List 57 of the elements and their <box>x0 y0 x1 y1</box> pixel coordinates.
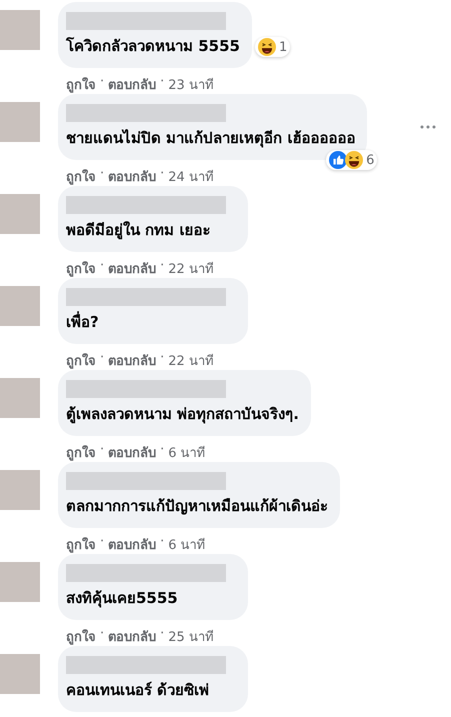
separator-dot: · <box>100 350 104 367</box>
avatar-placeholder[interactable] <box>0 102 40 142</box>
avatar-placeholder[interactable] <box>0 470 40 510</box>
timestamp[interactable]: 6 นาที <box>168 534 206 555</box>
comment-action-link[interactable]: ตอบกลับ <box>108 626 156 647</box>
comment-action-link[interactable]: ถูกใจ <box>66 166 96 187</box>
separator-dot: · <box>160 350 164 367</box>
reaction-badge[interactable]: 6 <box>326 150 378 170</box>
comment-text: คอนเทนเนอร์ ด้วยซิเพ่ <box>66 680 210 701</box>
comment-text: เพื่อ? <box>66 310 100 333</box>
separator-dot: · <box>160 166 164 183</box>
comment-action-link[interactable]: ถูกใจ <box>66 258 96 279</box>
comment-action-link[interactable]: ตอบกลับ <box>108 534 156 555</box>
avatar-placeholder[interactable] <box>0 654 40 694</box>
separator-dot: · <box>160 626 164 643</box>
comment-action-link[interactable]: ตอบกลับ <box>108 74 156 95</box>
separator-dot: · <box>160 534 164 551</box>
timestamp[interactable]: 22 นาที <box>168 350 214 371</box>
timestamp[interactable]: 6 นาที <box>168 442 206 463</box>
laughing-face-icon <box>345 151 364 169</box>
avatar-placeholder[interactable] <box>0 194 40 234</box>
separator-dot: · <box>160 74 164 91</box>
separator-dot: · <box>100 626 104 643</box>
comment-text: โควิดกลัวลวดหนาม 5555 <box>66 36 240 57</box>
separator-dot: · <box>100 258 104 275</box>
thumbs-up-icon <box>329 151 348 169</box>
comment-action-link[interactable]: ตอบกลับ <box>108 350 156 371</box>
separator-dot: · <box>160 258 164 275</box>
reaction-badge[interactable]: 1 <box>254 37 290 57</box>
comment-action-link[interactable]: ตอบกลับ <box>108 166 156 187</box>
laughing-face-icon <box>258 38 276 56</box>
comment-text: ตลกมากการแก้ปัญหาเหมือนแก้ผ้าเดินอ่ะ <box>66 496 328 517</box>
comment-text: ชายแดนไม่ปิด มาแก้ปลายเหตุอีก เฮ้ออออออ <box>66 128 356 150</box>
comment-action-link[interactable]: ถูกใจ <box>66 534 96 555</box>
avatar-placeholder[interactable] <box>0 10 40 50</box>
comment-action-link[interactable]: ถูกใจ <box>66 626 96 647</box>
comment-text: พอดีมีอยู่ใน กทม เยอะ <box>66 220 212 242</box>
avatar-placeholder[interactable] <box>0 286 40 326</box>
timestamp[interactable]: 22 นาที <box>168 258 214 279</box>
comment-text: ตู้เพลงลวดหนาม พ่อทุกสถาบันจริงๆ. <box>66 404 299 426</box>
timestamp[interactable]: 24 นาที <box>168 166 214 187</box>
separator-dot: · <box>100 166 104 183</box>
comment-action-link[interactable]: ถูกใจ <box>66 350 96 371</box>
separator-dot: · <box>100 74 104 91</box>
more-options-icon[interactable] <box>420 125 436 129</box>
comment-action-link[interactable]: ตอบกลับ <box>108 258 156 279</box>
avatar-placeholder[interactable] <box>0 562 40 602</box>
avatar-placeholder[interactable] <box>0 378 40 418</box>
comment-action-link[interactable]: ถูกใจ <box>66 74 96 95</box>
separator-dot: · <box>100 442 104 459</box>
comment-action-link[interactable]: ตอบกลับ <box>108 442 156 463</box>
timestamp[interactable]: 23 นาที <box>168 74 214 95</box>
comment-text: สงทิคุ้นเคย5555 <box>66 588 179 610</box>
comment-action-link[interactable]: ถูกใจ <box>66 442 96 463</box>
timestamp[interactable]: 25 นาที <box>168 626 214 647</box>
separator-dot: · <box>160 442 164 459</box>
separator-dot: · <box>100 534 104 551</box>
